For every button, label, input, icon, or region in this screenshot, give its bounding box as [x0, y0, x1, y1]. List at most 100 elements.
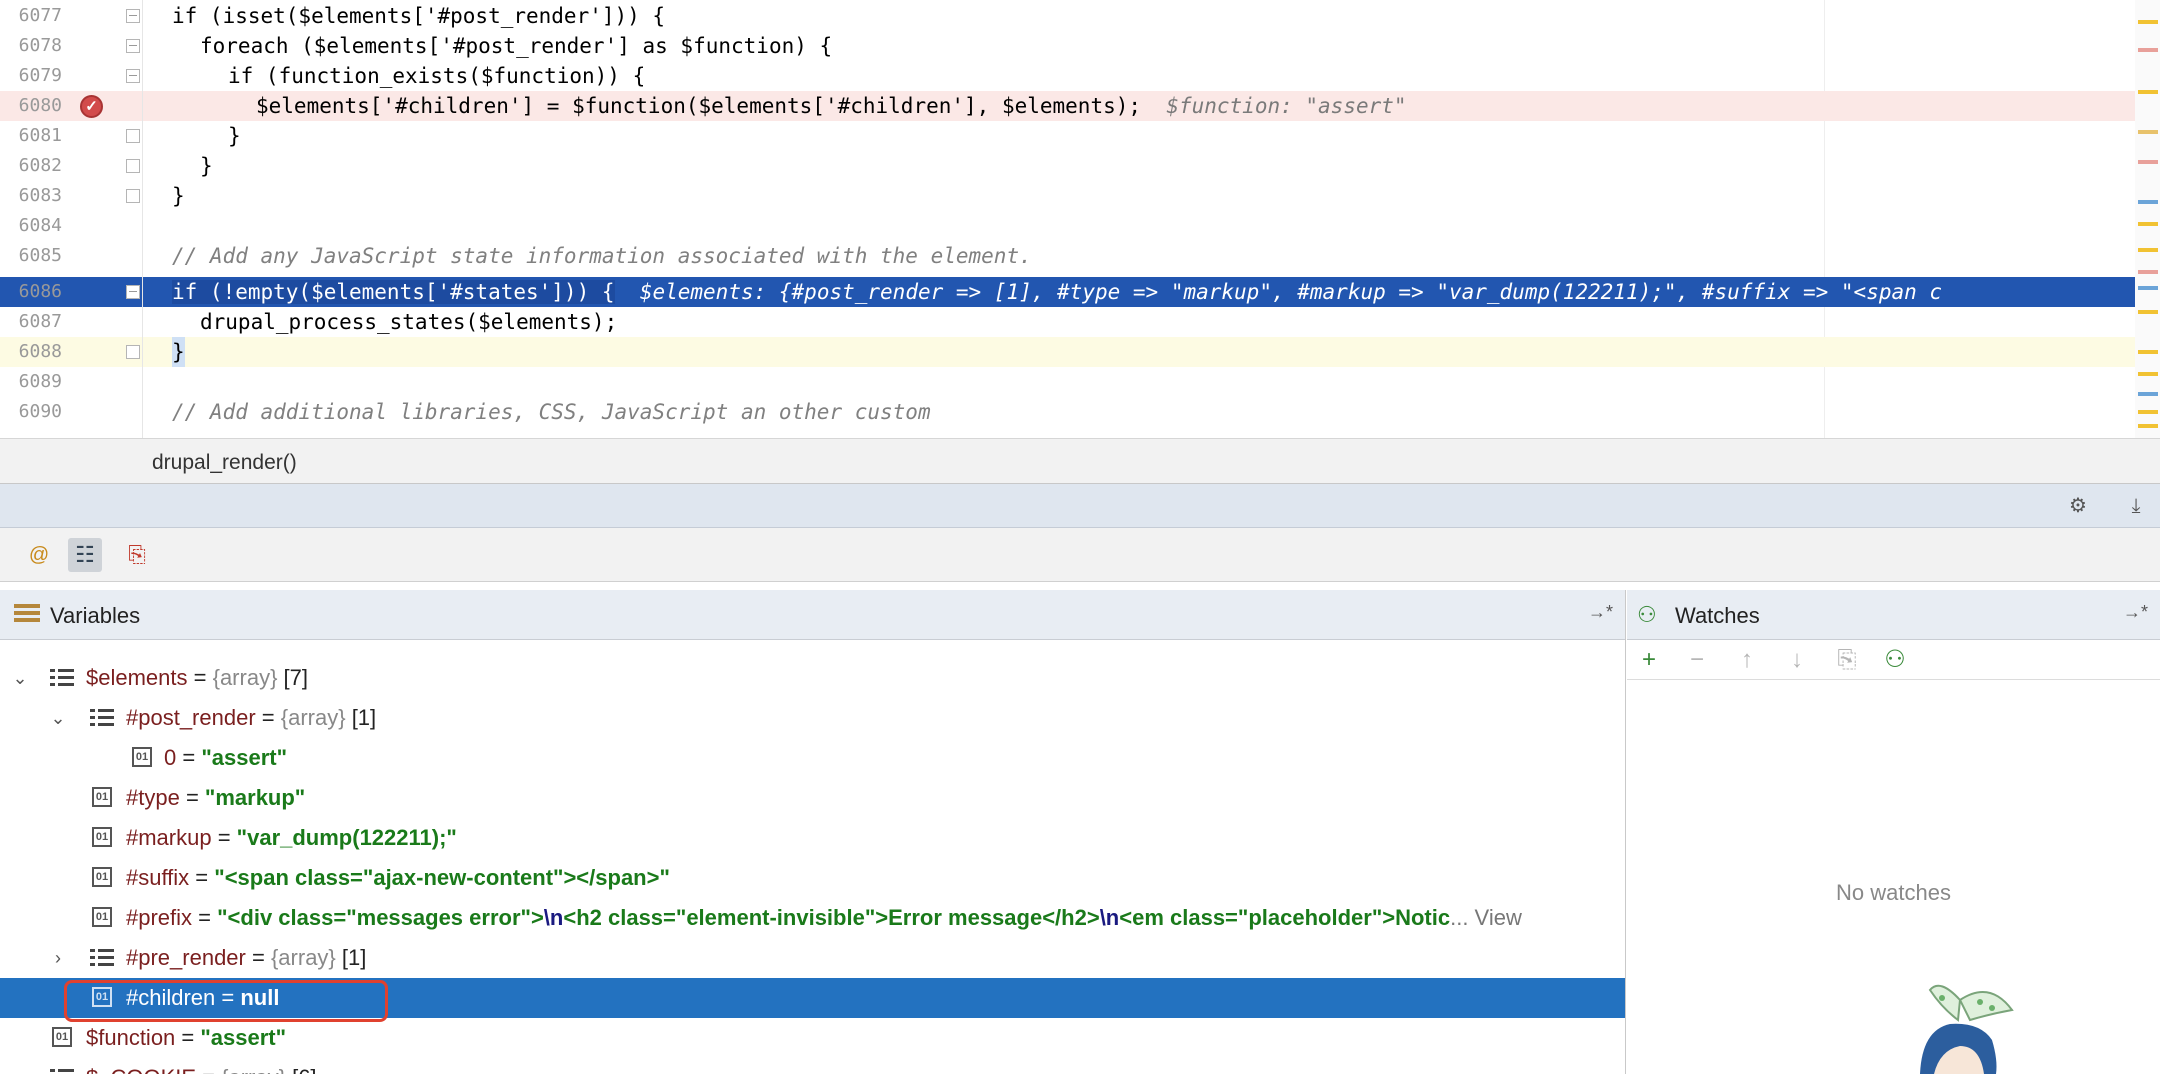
code-comment: // Add additional libraries, CSS, JavaSc…	[172, 400, 931, 424]
fold-marker-icon[interactable]	[126, 9, 140, 23]
variable-label: #pre_render = {array} [1]	[126, 945, 367, 970]
variable-name: #pre_render	[126, 945, 246, 970]
stripe-mark[interactable]	[2138, 270, 2158, 274]
line-number: 6079	[18, 65, 62, 86]
variable-name: #prefix	[126, 905, 193, 930]
code-editor[interactable]: 6077 if (isset($elements['#post_render']…	[0, 0, 2160, 438]
code-text: }	[200, 154, 213, 178]
breadcrumb[interactable]: drupal_render()	[152, 451, 297, 475]
variable-row[interactable]: $_COOKIE = {array} [6]	[0, 1058, 1625, 1074]
fold-end-icon[interactable]	[126, 189, 140, 203]
line-number: 6078	[18, 35, 62, 56]
stripe-mark[interactable]	[2138, 350, 2158, 354]
stripe-mark[interactable]	[2138, 286, 2158, 290]
code-comment: // Add any JavaScript state information …	[172, 244, 1032, 268]
line-number: 6089	[18, 371, 62, 392]
fold-marker-icon[interactable]	[126, 285, 140, 299]
breadcrumb-bar: drupal_render()	[0, 438, 2160, 484]
stripe-mark[interactable]	[2138, 410, 2158, 414]
line-number: 6090	[18, 401, 62, 422]
code-line[interactable]: 6077 if (isset($elements['#post_render']…	[0, 1, 2135, 31]
view-full-value-link[interactable]: ... View	[1450, 905, 1522, 930]
variable-value: "<span class="ajax-new-content"></span>"	[214, 865, 670, 890]
stripe-mark[interactable]	[2138, 392, 2158, 396]
stripe-mark[interactable]	[2138, 90, 2158, 94]
stripe-mark[interactable]	[2138, 200, 2158, 204]
pin-panel-icon[interactable]: →*	[1588, 602, 1613, 623]
mute-breakpoints-icon[interactable]: @	[22, 538, 56, 572]
variable-row[interactable]: 01 #markup = "var_dump(122211);"	[0, 818, 1625, 858]
expand-arrow-icon[interactable]: ›	[48, 938, 68, 978]
variable-count: [1]	[351, 705, 377, 730]
watches-options-icon[interactable]: ⚇	[1881, 646, 1909, 674]
code-text: }	[172, 337, 185, 367]
primitive-value-icon: 01	[92, 907, 112, 927]
variable-row[interactable]: 01 $function = "assert"	[0, 1018, 1625, 1058]
line-number: 6077	[18, 5, 62, 26]
stripe-mark[interactable]	[2138, 248, 2158, 252]
restore-layout-icon[interactable]: ⎘	[120, 538, 154, 572]
variable-label: $elements = {array} [7]	[86, 665, 309, 690]
variable-label: $function = "assert"	[86, 1025, 287, 1050]
variable-row[interactable]: 01 0 = "assert"	[0, 738, 1625, 778]
execution-line[interactable]: 6086 if (!empty($elements['#states'])) {…	[0, 277, 2135, 307]
show-values-inline-icon[interactable]: ☷	[68, 538, 102, 572]
stripe-mark[interactable]	[2138, 222, 2158, 226]
variable-row[interactable]: ⌄ $elements = {array} [7]	[0, 658, 1625, 698]
watches-glasses-icon: ⚇	[1637, 602, 1657, 627]
stripe-mark[interactable]	[2138, 20, 2158, 24]
move-down-icon[interactable]: ↓	[1783, 646, 1811, 674]
stripe-mark[interactable]	[2138, 424, 2158, 428]
escape-sequence: \n	[543, 905, 564, 930]
code-line[interactable]: 6089	[0, 367, 2135, 397]
variable-label: $_COOKIE = {array} [6]	[86, 1058, 317, 1074]
add-watch-icon[interactable]: +	[1635, 646, 1663, 674]
breakpoint-icon[interactable]: ✓	[80, 95, 103, 118]
variable-row[interactable]: 01 #prefix = "<div class="messages error…	[0, 898, 1625, 938]
code-line[interactable]: 6090 // Add additional libraries, CSS, J…	[0, 397, 2135, 427]
hide-panel-icon[interactable]: ⤓	[2124, 494, 2148, 518]
variable-label: #suffix = "<span class="ajax-new-content…	[126, 865, 670, 890]
variable-row[interactable]: › #pre_render = {array} [1]	[0, 938, 1625, 978]
fold-end-icon[interactable]	[126, 129, 140, 143]
variable-row[interactable]: ⌄ #post_render = {array} [1]	[0, 698, 1625, 738]
fold-end-icon[interactable]	[126, 159, 140, 173]
pin-panel-icon[interactable]: →*	[2123, 602, 2148, 623]
remove-watch-icon[interactable]: −	[1683, 646, 1711, 674]
array-icon	[90, 706, 114, 730]
variable-row[interactable]: 01 #suffix = "<span class="ajax-new-cont…	[0, 858, 1625, 898]
watches-panel[interactable]: ⚇ Watches →* + − ↑ ↓ ⎘ ⚇ No watches	[1627, 590, 2160, 1074]
fold-marker-icon[interactable]	[126, 69, 140, 83]
stripe-mark[interactable]	[2138, 310, 2158, 314]
move-up-icon[interactable]: ↑	[1733, 646, 1761, 674]
breakpoint-line[interactable]: 6080 ✓ $elements['#children'] = $functio…	[0, 91, 2135, 121]
code-line[interactable]: 6082 }	[0, 151, 2135, 181]
code-line[interactable]: 6081 }	[0, 121, 2135, 151]
stripe-mark[interactable]	[2138, 48, 2158, 52]
line-number: 6084	[18, 215, 62, 236]
settings-gear-icon[interactable]: ⚙	[2066, 494, 2090, 518]
variable-name: #type	[126, 785, 180, 810]
caret-line[interactable]: 6088 }	[0, 337, 2135, 367]
variable-label: 0 = "assert"	[164, 745, 288, 770]
code-text: if (!empty($elements['#states'])) { $ele…	[172, 277, 1942, 307]
variable-row[interactable]: 01 #type = "markup"	[0, 778, 1625, 818]
code-line[interactable]: 6079 if (function_exists($function)) {	[0, 61, 2135, 91]
inline-value-hint: $function: "assert"	[1166, 94, 1407, 118]
line-number: 6088	[18, 341, 62, 362]
fold-end-icon[interactable]	[126, 345, 140, 359]
stripe-mark[interactable]	[2138, 372, 2158, 376]
stripe-mark[interactable]	[2138, 160, 2158, 164]
code-line[interactable]: 6087 drupal_process_states($elements);	[0, 307, 2135, 337]
code-line[interactable]: 6078 foreach ($elements['#post_render'] …	[0, 31, 2135, 61]
collapse-arrow-icon[interactable]: ⌄	[10, 658, 30, 698]
code-line[interactable]: 6083 }	[0, 181, 2135, 211]
line-number: 6086	[18, 281, 62, 302]
code-line[interactable]: 6084	[0, 211, 2135, 241]
copy-watch-icon[interactable]: ⎘	[1833, 646, 1861, 674]
fold-marker-icon[interactable]	[126, 39, 140, 53]
code-line[interactable]: 6085 // Add any JavaScript state informa…	[0, 241, 2135, 271]
collapse-arrow-icon[interactable]: ⌄	[48, 698, 68, 738]
error-stripe-scrollbar[interactable]	[2135, 0, 2160, 438]
stripe-mark[interactable]	[2138, 130, 2158, 134]
